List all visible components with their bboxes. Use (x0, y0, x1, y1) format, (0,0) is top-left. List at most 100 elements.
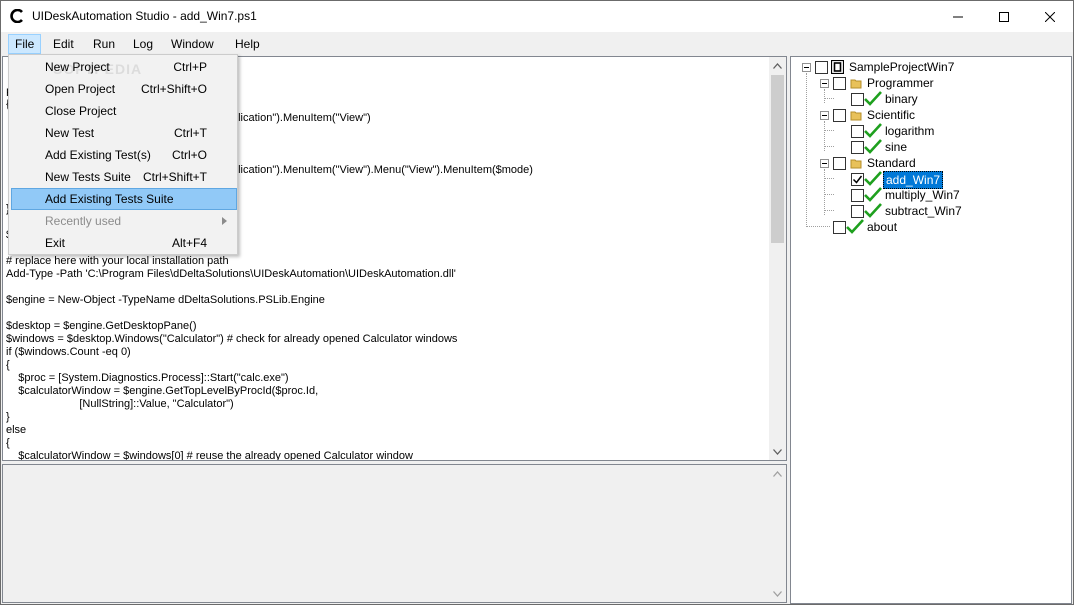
collapse-icon[interactable] (802, 63, 811, 72)
checkmark-icon (864, 187, 882, 202)
node-checkbox[interactable] (851, 141, 864, 154)
menu-item-add-existing-tests-suite[interactable]: Add Existing Tests Suite (11, 188, 237, 210)
scroll-down-button[interactable] (769, 585, 786, 602)
maximize-button[interactable] (981, 1, 1027, 32)
menu-run[interactable]: Run (87, 34, 121, 54)
project-tree[interactable]: SampleProjectWin7 Programmer binary Scie… (790, 56, 1072, 604)
menu-item-recently-used[interactable]: Recently used (11, 210, 237, 232)
title-bar: UIDeskAutomation Studio - add_Win7.ps1 (1, 1, 1073, 32)
tree-connector (824, 194, 834, 195)
close-icon (1045, 11, 1055, 22)
tree-connector (824, 210, 834, 211)
tree-label: Programmer (867, 76, 934, 90)
menu-item-label: Add Existing Tests Suite (45, 192, 174, 206)
tree-label: sine (885, 140, 908, 154)
menu-window[interactable]: Window (165, 34, 220, 54)
output-pane[interactable] (2, 464, 787, 603)
menu-item-close-project[interactable]: Close Project (11, 100, 237, 122)
tree-connector (824, 130, 834, 131)
node-checkbox[interactable] (833, 77, 846, 90)
tree-node-test-selected[interactable]: add_Win7 (835, 171, 1035, 189)
menu-item-label: Exit (45, 236, 66, 250)
tree-connector (824, 89, 825, 103)
checkmark-icon (864, 139, 882, 154)
folder-icon (850, 159, 862, 169)
menu-edit[interactable]: Edit (47, 34, 80, 54)
tree-label: about (867, 220, 898, 234)
project-icon (831, 60, 844, 74)
menu-bar: File Edit Run Log Window Help (1, 32, 1073, 54)
menu-item-shortcut: Ctrl+Shift+O (140, 82, 207, 96)
window-title: UIDeskAutomation Studio - add_Win7.ps1 (32, 9, 257, 23)
scrollbar-thumb[interactable] (771, 75, 784, 243)
tree-node-test[interactable]: about (817, 219, 1017, 235)
app-window: UIDeskAutomation Studio - add_Win7.ps1 F… (0, 0, 1074, 605)
tree-label: multiply_Win7 (885, 188, 960, 202)
tree-connector (824, 169, 825, 215)
checkmark-icon (864, 171, 882, 186)
code-line: $proc = [System.Diagnostics.Process]::St… (6, 372, 289, 384)
tree-node-test[interactable]: binary (835, 91, 1035, 107)
menu-item-label: Recently used (45, 214, 122, 228)
node-checkbox[interactable] (851, 93, 864, 106)
code-line: $calculatorWindow = $windows[0] # reuse … (6, 450, 413, 461)
menu-file[interactable]: File (8, 34, 42, 54)
tree-node-folder[interactable]: Programmer (817, 75, 1017, 91)
node-checkbox[interactable] (833, 157, 846, 170)
node-checkbox[interactable] (851, 189, 864, 202)
node-checkbox[interactable] (833, 109, 846, 122)
menu-log[interactable]: Log (127, 34, 159, 54)
menu-item-label: New Test (45, 126, 95, 140)
tree-node-test[interactable]: logarithm (835, 123, 1035, 139)
scroll-down-button[interactable] (769, 443, 786, 460)
tree-node-folder[interactable]: Standard (817, 155, 1017, 171)
check-icon (852, 175, 863, 184)
node-checkbox[interactable] (815, 61, 828, 74)
node-checkbox-checked[interactable] (851, 173, 864, 186)
menu-item-add-existing-tests[interactable]: Add Existing Test(s) Ctrl+O (11, 144, 237, 166)
code-line: $desktop = $engine.GetDesktopPane() (6, 320, 197, 332)
code-fragment: plication").MenuItem("View") (232, 112, 371, 124)
code-line: # replace here with your local installat… (6, 255, 229, 267)
menu-item-new-project[interactable]: New Project Ctrl+P (11, 56, 237, 78)
tree-node-test[interactable]: sine (835, 139, 1035, 155)
maximize-icon (999, 11, 1009, 22)
app-logo-icon (10, 9, 23, 23)
tree-connector (824, 146, 834, 147)
menu-item-shortcut: Ctrl+O (171, 148, 207, 162)
menu-item-open-project[interactable]: Open Project Ctrl+Shift+O (11, 78, 237, 100)
tree-node-test[interactable]: multiply_Win7 (835, 187, 1035, 203)
chevron-up-icon (773, 62, 782, 69)
collapse-icon[interactable] (820, 159, 829, 168)
tree-label: subtract_Win7 (885, 204, 962, 218)
collapse-icon[interactable] (820, 79, 829, 88)
code-line: if ($windows.Count -eq 0) (6, 346, 131, 358)
node-checkbox[interactable] (851, 125, 864, 138)
menu-item-exit[interactable]: Exit Alt+F4 (11, 232, 237, 254)
tree-node-folder[interactable]: Scientific (817, 107, 1017, 123)
code-line: Add-Type -Path 'C:\Program Files\dDeltaS… (6, 268, 456, 280)
checkmark-icon (864, 123, 882, 138)
menu-item-new-test[interactable]: New Test Ctrl+T (11, 122, 237, 144)
checkmark-icon (864, 203, 882, 218)
menu-item-label: Open Project (45, 82, 116, 96)
collapse-icon[interactable] (820, 111, 829, 120)
output-vertical-scrollbar[interactable] (769, 465, 786, 602)
menu-item-label: Add Existing Test(s) (45, 148, 151, 162)
menu-help[interactable]: Help (229, 34, 266, 54)
checkmark-icon (846, 219, 864, 234)
minimize-button[interactable] (935, 1, 981, 32)
menu-item-new-tests-suite[interactable]: New Tests Suite Ctrl+Shift+T (11, 166, 237, 188)
tree-node-test[interactable]: subtract_Win7 (835, 203, 1035, 219)
node-checkbox[interactable] (851, 205, 864, 218)
scroll-up-button[interactable] (769, 57, 786, 74)
editor-vertical-scrollbar[interactable] (769, 57, 786, 460)
scroll-up-button[interactable] (769, 465, 786, 482)
tree-node-root[interactable]: SampleProjectWin7 (799, 59, 999, 75)
close-button[interactable] (1027, 1, 1073, 32)
folder-icon (850, 79, 862, 89)
menu-item-shortcut: Ctrl+T (174, 126, 207, 140)
tree-label: Scientific (867, 108, 916, 122)
node-checkbox[interactable] (833, 221, 846, 234)
tree-connector (824, 98, 834, 99)
